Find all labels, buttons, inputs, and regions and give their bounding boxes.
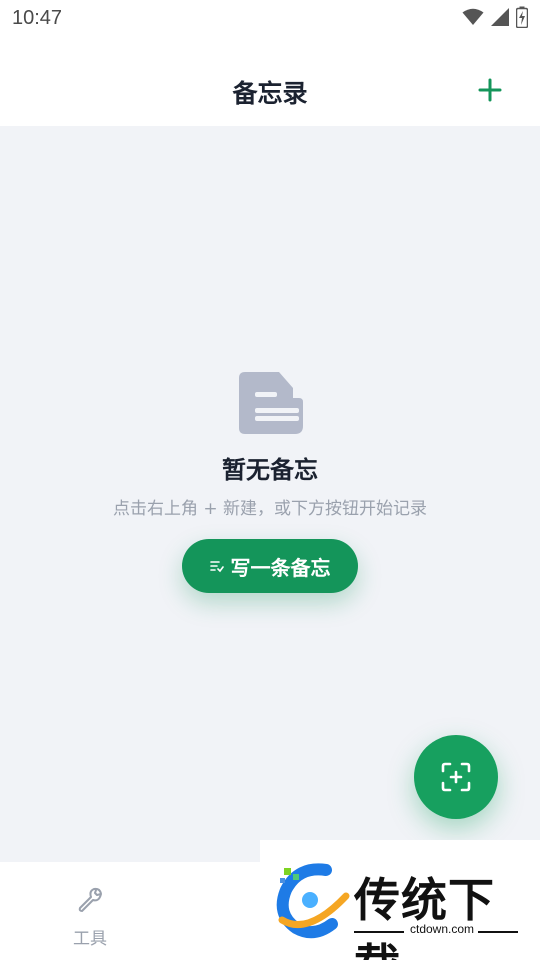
write-memo-label: 写一条备忘 [230,555,331,580]
battery-icon [516,6,528,28]
write-list-icon [209,561,224,573]
watermark-line-right [474,931,518,933]
status-time: 10:47 [12,7,63,29]
scan-fab-button[interactable] [414,735,498,819]
watermark-url: ctdown.com [406,922,479,936]
nav-item-tools[interactable]: 工具 [0,862,180,960]
empty-state-subtitle: 点击右上角 + 新建，或下方按钮开始记录 [112,499,428,519]
watermark: 传统下载 ctdown.com [260,840,540,960]
wrench-icon [78,887,102,912]
watermark-brand: 传统下载 [354,873,495,960]
status-bar: 10:47 [0,0,540,38]
page-title: 备忘录 [232,79,308,108]
write-memo-button[interactable]: 写一条备忘 [182,539,358,593]
add-memo-button[interactable] [478,78,502,102]
wifi-icon [462,8,484,25]
plus-icon [478,78,502,102]
app-bar: 备忘录 [0,38,540,126]
status-icons [462,6,528,28]
empty-state-title: 暂无备忘 [222,456,318,484]
signal-icon [491,8,509,26]
memo-stack-icon [239,372,303,434]
nav-label-tools: 工具 [73,929,107,949]
watermark-logo-icon [276,863,350,939]
watermark-line-left [354,931,404,933]
scan-add-icon [441,762,471,792]
